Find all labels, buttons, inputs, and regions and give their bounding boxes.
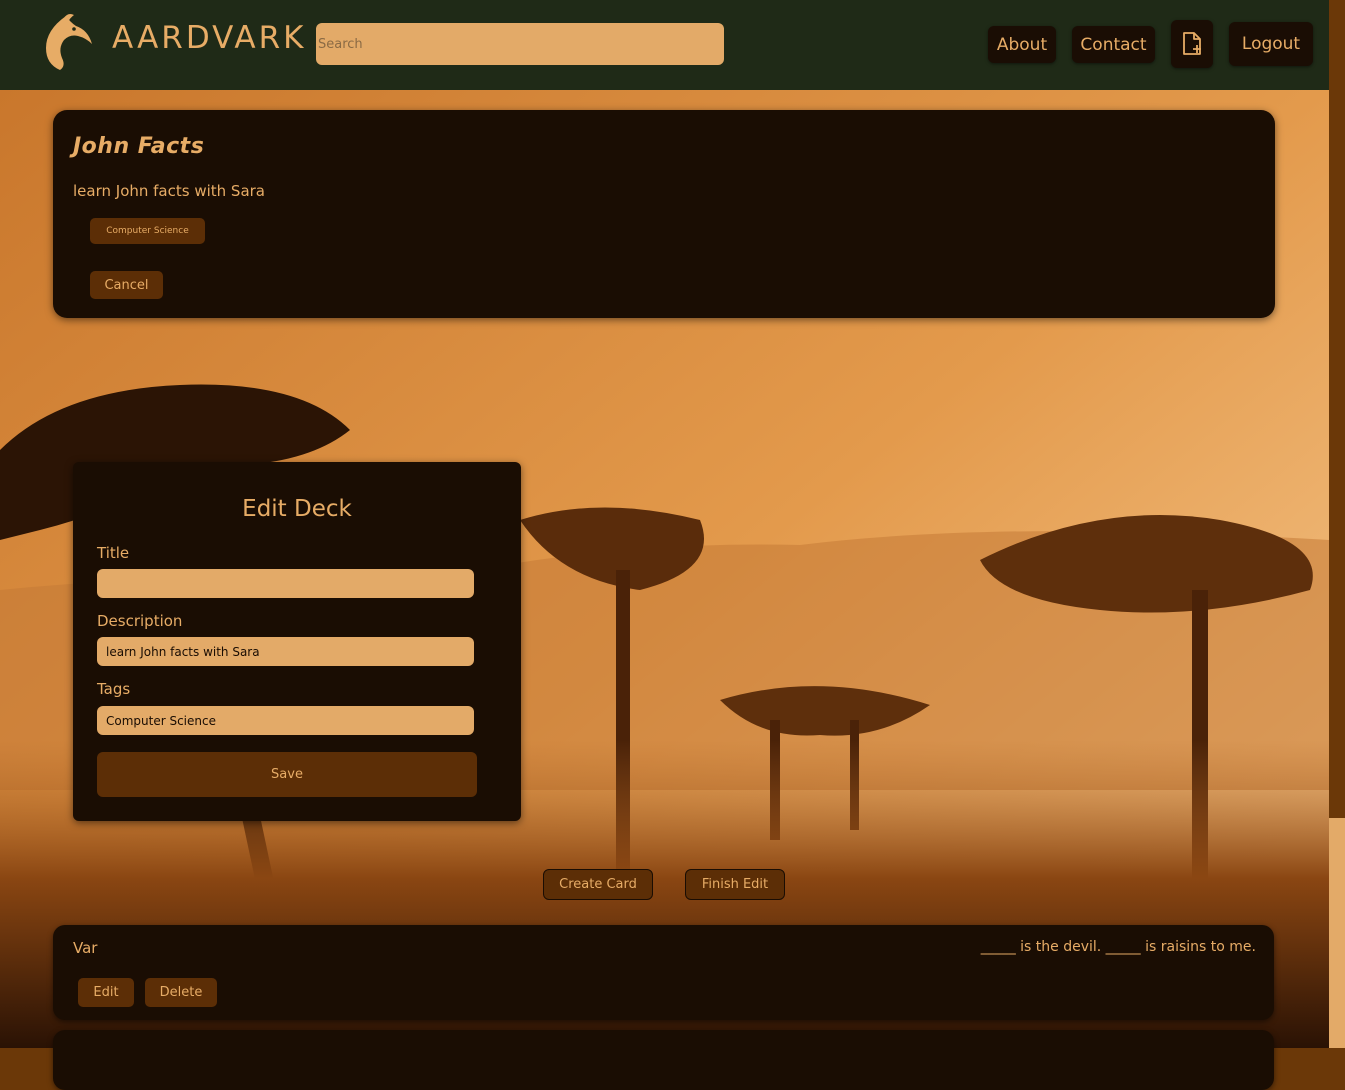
contact-button[interactable]: Contact (1072, 26, 1155, 63)
edit-card-button[interactable]: Edit (78, 978, 134, 1007)
edit-deck-heading: Edit Deck (242, 496, 352, 522)
scrollbar-thumb[interactable] (1329, 0, 1345, 818)
about-button[interactable]: About (988, 26, 1056, 63)
search-input[interactable] (316, 23, 724, 65)
deck-tag-chip[interactable]: Computer Science (90, 218, 205, 244)
aardvark-logo-icon[interactable] (40, 12, 96, 72)
card-front-text: Var (73, 939, 98, 957)
title-label: Title (97, 544, 130, 562)
card-back-text: _____ is the devil. _____ is raisins to … (980, 939, 1256, 955)
new-deck-button[interactable] (1171, 20, 1213, 68)
logout-button[interactable]: Logout (1229, 22, 1313, 66)
create-card-button[interactable]: Create Card (543, 869, 653, 900)
card-row: Var _____ is the devil. _____ is raisins… (53, 925, 1274, 1020)
delete-card-button[interactable]: Delete (145, 978, 217, 1007)
tags-label: Tags (97, 680, 131, 698)
tags-input[interactable] (97, 706, 474, 735)
cancel-button[interactable]: Cancel (90, 271, 163, 299)
description-input[interactable] (97, 637, 474, 666)
save-button[interactable]: Save (97, 752, 477, 797)
deck-description: learn John facts with Sara (73, 182, 265, 200)
navbar: AARDVARK About Contact Logout (0, 0, 1329, 90)
title-input[interactable] (97, 569, 474, 598)
edit-deck-form: Edit Deck Title Description Tags Save (73, 462, 521, 821)
brand-name[interactable]: AARDVARK (112, 20, 306, 56)
description-label: Description (97, 612, 183, 630)
finish-edit-button[interactable]: Finish Edit (685, 869, 785, 900)
deck-title: John Facts (73, 134, 205, 159)
card-row (53, 1030, 1274, 1090)
deck-info-card: John Facts learn John facts with Sara Co… (53, 110, 1275, 318)
new-file-icon (1183, 32, 1201, 55)
